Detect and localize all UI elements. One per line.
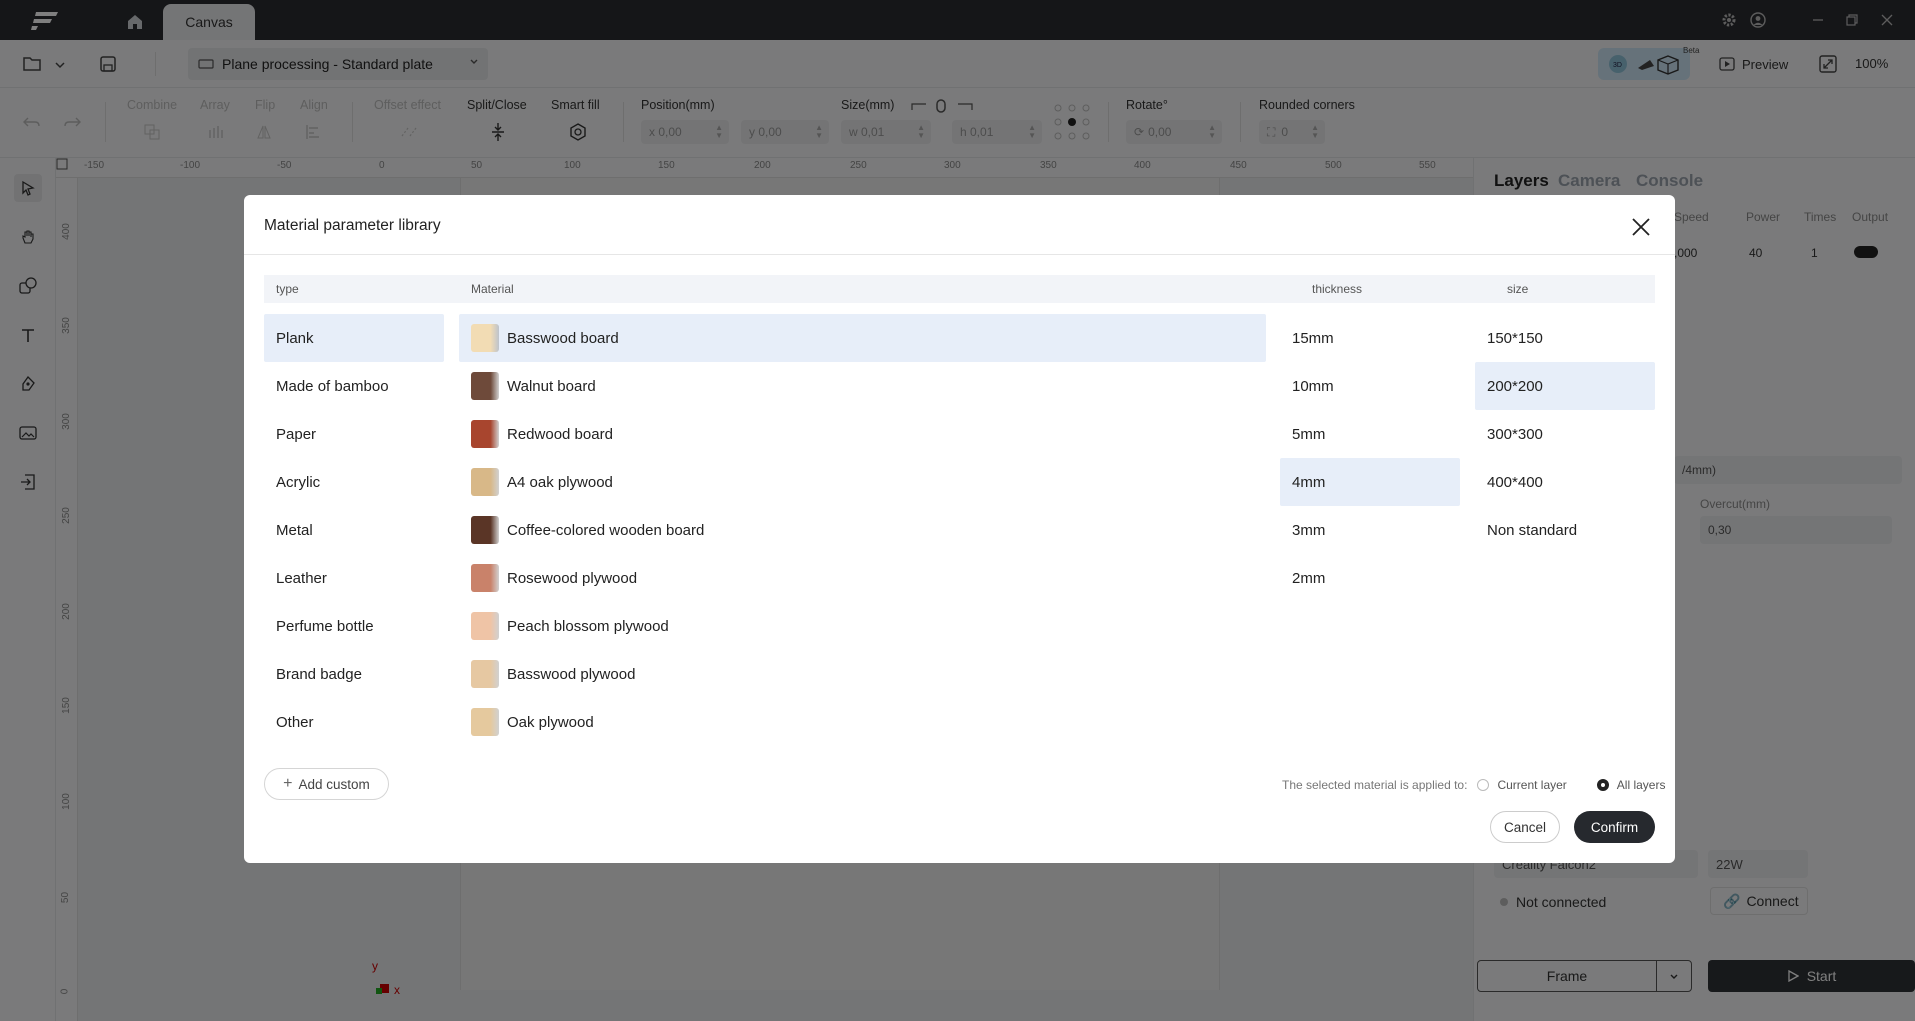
material-item[interactable]: Rosewood plywood — [459, 554, 1266, 602]
material-name: Peach blossom plywood — [507, 617, 669, 635]
type-item[interactable]: Plank — [264, 314, 444, 362]
thickness-item[interactable]: 4mm — [1280, 458, 1460, 506]
table-header: type Material thickness size — [264, 275, 1655, 303]
material-name: Coffee-colored wooden board — [507, 521, 705, 539]
size-item[interactable]: 150*150 — [1475, 314, 1655, 362]
type-item[interactable]: Acrylic — [264, 458, 444, 506]
close-icon[interactable] — [1626, 212, 1656, 242]
thickness-item[interactable]: 3mm — [1280, 506, 1460, 554]
material-name: Basswood plywood — [507, 665, 636, 683]
thickness-item[interactable]: 5mm — [1280, 410, 1460, 458]
add-custom-button[interactable]: + Add custom — [264, 768, 389, 800]
header-thickness: thickness — [1312, 282, 1363, 296]
material-swatch — [471, 324, 499, 352]
type-item[interactable]: Brand badge — [264, 650, 444, 698]
material-item[interactable]: Walnut board — [459, 362, 1266, 410]
material-name: A4 oak plywood — [507, 473, 613, 491]
material-swatch — [471, 468, 499, 496]
dialog-divider — [244, 254, 1675, 255]
thickness-item[interactable]: 2mm — [1280, 554, 1460, 602]
plus-icon: + — [283, 775, 293, 792]
material-item[interactable]: Oak plywood — [459, 698, 1266, 746]
material-swatch — [471, 564, 499, 592]
material-swatch — [471, 612, 499, 640]
type-item[interactable]: Metal — [264, 506, 444, 554]
radio-current-layer[interactable] — [1477, 779, 1490, 791]
thickness-item[interactable]: 10mm — [1280, 362, 1460, 410]
material-item[interactable]: Coffee-colored wooden board — [459, 506, 1266, 554]
material-item[interactable]: A4 oak plywood — [459, 458, 1266, 506]
header-size: size — [1507, 282, 1529, 296]
material-name: Redwood board — [507, 425, 613, 443]
all-layers-label[interactable]: All layers — [1617, 778, 1666, 792]
apply-to-row: The selected material is applied to: Cur… — [1282, 775, 1665, 795]
size-item[interactable]: 200*200 — [1475, 362, 1655, 410]
size-item[interactable]: 300*300 — [1475, 410, 1655, 458]
material-swatch — [471, 420, 499, 448]
material-item[interactable]: Basswood board — [459, 314, 1266, 362]
material-name: Walnut board — [507, 377, 596, 395]
material-swatch — [471, 372, 499, 400]
size-item[interactable]: 400*400 — [1475, 458, 1655, 506]
type-item[interactable]: Other — [264, 698, 444, 746]
type-item[interactable]: Leather — [264, 554, 444, 602]
material-item[interactable]: Basswood plywood — [459, 650, 1266, 698]
current-layer-label[interactable]: Current layer — [1497, 778, 1566, 792]
material-item[interactable]: Redwood board — [459, 410, 1266, 458]
material-swatch — [471, 516, 499, 544]
dialog-title: Material parameter library — [264, 217, 441, 234]
material-name: Rosewood plywood — [507, 569, 638, 587]
material-swatch — [471, 660, 499, 688]
thickness-item[interactable]: 15mm — [1280, 314, 1460, 362]
cancel-button[interactable]: Cancel — [1490, 811, 1560, 843]
size-item[interactable]: Non standard — [1475, 506, 1655, 554]
type-item[interactable]: Perfume bottle — [264, 602, 444, 650]
radio-all-layers[interactable] — [1596, 779, 1609, 791]
material-item[interactable]: Peach blossom plywood — [459, 602, 1266, 650]
type-item[interactable]: Made of bamboo — [264, 362, 444, 410]
material-name: Basswood board — [507, 329, 619, 347]
material-library-dialog: Material parameter library type Material… — [244, 195, 1675, 863]
add-custom-label: Add custom — [298, 776, 370, 792]
header-material: Material — [471, 282, 514, 296]
header-type: type — [276, 282, 299, 296]
confirm-button[interactable]: Confirm — [1574, 811, 1655, 843]
material-swatch — [471, 708, 499, 736]
material-name: Oak plywood — [507, 713, 594, 731]
apply-label: The selected material is applied to: — [1282, 778, 1468, 792]
type-item[interactable]: Paper — [264, 410, 444, 458]
